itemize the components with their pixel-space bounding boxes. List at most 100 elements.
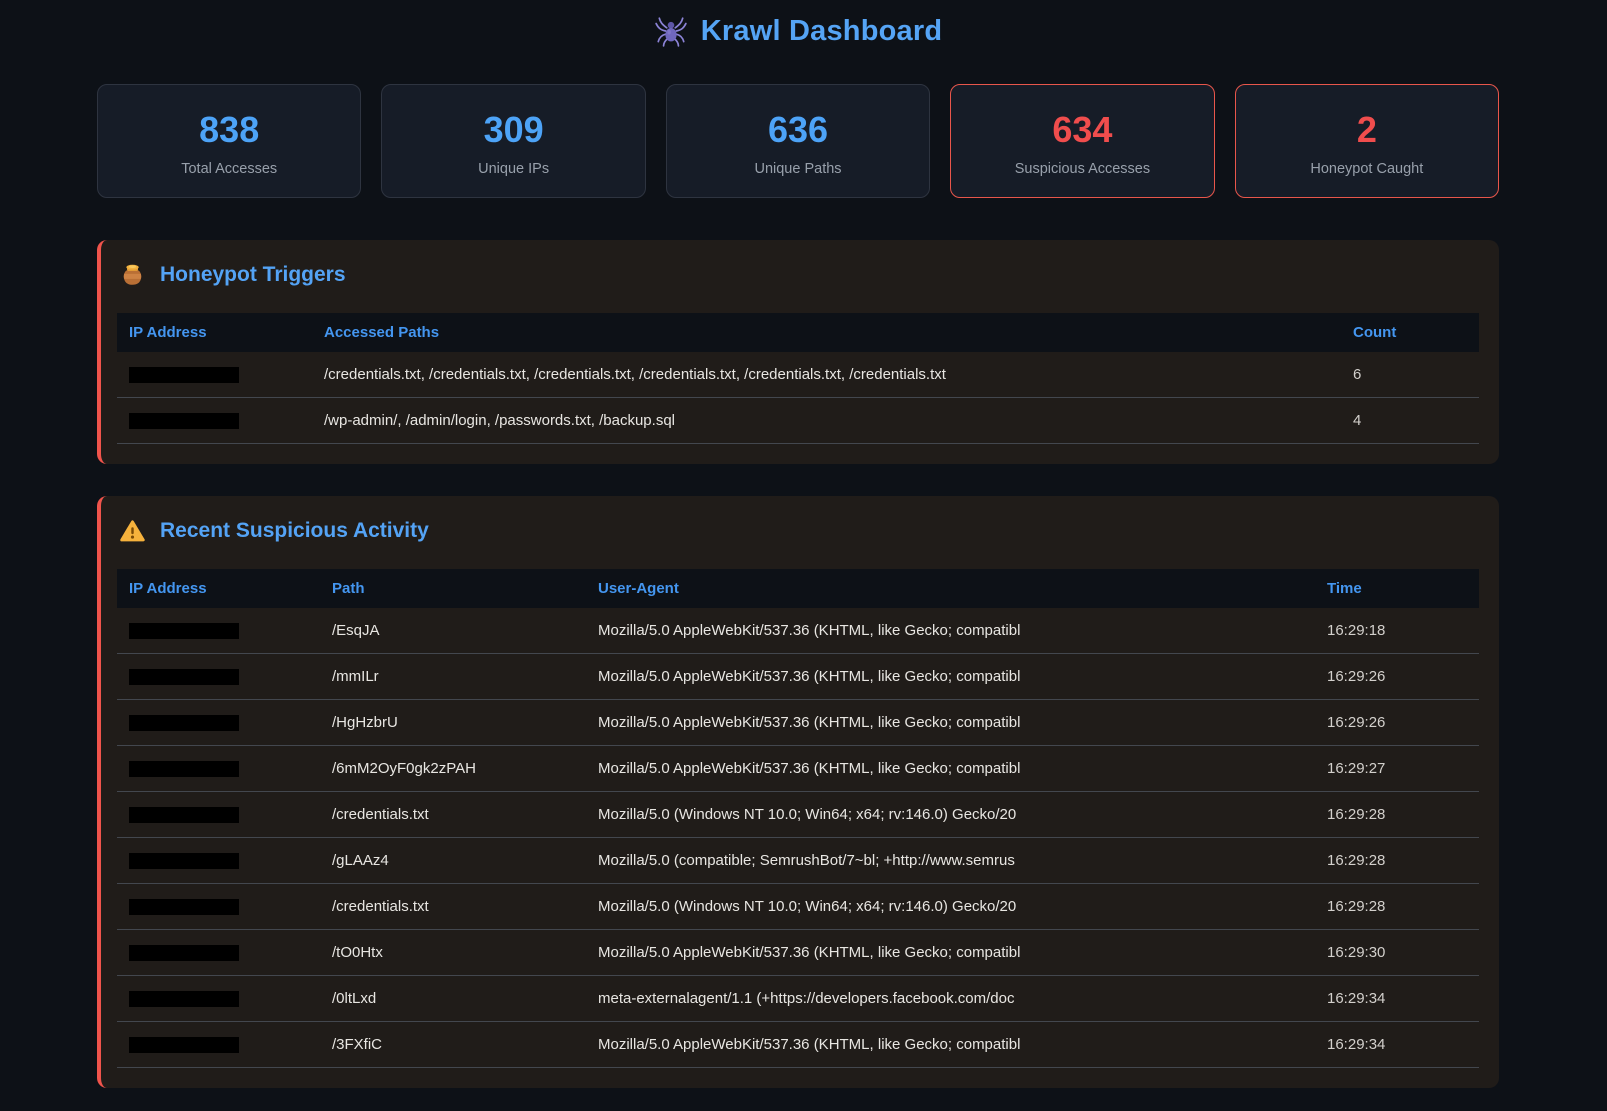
ip-cell xyxy=(117,1021,320,1067)
column-header-path: Path xyxy=(320,569,586,608)
user-agent-cell: Mozilla/5.0 AppleWebKit/537.36 (KHTML, l… xyxy=(586,1021,1315,1067)
section-header: Honeypot Triggers xyxy=(117,262,1479,289)
path-cell: /tO0Htx xyxy=(320,929,586,975)
section-header: Recent Suspicious Activity xyxy=(117,518,1479,545)
redacted-ip-bar xyxy=(129,807,239,823)
time-cell: 16:29:26 xyxy=(1315,699,1479,745)
user-agent-cell: Mozilla/5.0 AppleWebKit/537.36 (KHTML, l… xyxy=(586,608,1315,654)
count-cell: 6 xyxy=(1341,352,1479,398)
stat-value: 634 xyxy=(959,110,1205,150)
user-agent-cell: Mozilla/5.0 AppleWebKit/537.36 (KHTML, l… xyxy=(586,745,1315,791)
ip-cell xyxy=(117,929,320,975)
table-row: /mmILr Mozilla/5.0 AppleWebKit/537.36 (K… xyxy=(117,653,1479,699)
time-cell: 16:29:28 xyxy=(1315,837,1479,883)
ip-cell xyxy=(117,837,320,883)
stat-label: Suspicious Accesses xyxy=(959,161,1205,177)
ip-cell xyxy=(117,699,320,745)
ip-cell xyxy=(117,397,312,443)
redacted-ip-bar xyxy=(129,761,239,777)
table-row: /wp-admin/, /admin/login, /passwords.txt… xyxy=(117,397,1479,443)
redacted-ip-bar xyxy=(129,853,239,869)
stat-card-unique-paths: 636 Unique Paths xyxy=(666,84,930,198)
table-row: /gLAAz4 Mozilla/5.0 (compatible; Semrush… xyxy=(117,837,1479,883)
path-cell: /HgHzbrU xyxy=(320,699,586,745)
redacted-ip-bar xyxy=(129,899,239,915)
user-agent-cell: meta-externalagent/1.1 (+https://develop… xyxy=(586,975,1315,1021)
redacted-ip-bar xyxy=(129,623,239,639)
stat-value: 309 xyxy=(390,110,636,150)
redacted-ip-bar xyxy=(129,413,239,429)
table-row: /3FXfiC Mozilla/5.0 AppleWebKit/537.36 (… xyxy=(117,1021,1479,1067)
column-header-ip: IP Address xyxy=(117,313,312,352)
ip-cell xyxy=(117,653,320,699)
table-row: /credentials.txt, /credentials.txt, /cre… xyxy=(117,352,1479,398)
recent-suspicious-activity-section: Recent Suspicious Activity IP Address Pa… xyxy=(97,496,1499,1088)
warning-icon xyxy=(119,518,146,545)
stat-label: Honeypot Caught xyxy=(1244,161,1490,177)
table-header-row: IP Address Accessed Paths Count xyxy=(117,313,1479,352)
user-agent-cell: Mozilla/5.0 (Windows NT 10.0; Win64; x64… xyxy=(586,883,1315,929)
column-header-time: Time xyxy=(1315,569,1479,608)
accessed-paths-cell: /credentials.txt, /credentials.txt, /cre… xyxy=(312,352,1341,398)
path-cell: /credentials.txt xyxy=(320,883,586,929)
path-cell: /3FXfiC xyxy=(320,1021,586,1067)
ip-cell xyxy=(117,883,320,929)
redacted-ip-bar xyxy=(129,991,239,1007)
redacted-ip-bar xyxy=(129,669,239,685)
table-row: /EsqJA Mozilla/5.0 AppleWebKit/537.36 (K… xyxy=(117,608,1479,654)
user-agent-cell: Mozilla/5.0 AppleWebKit/537.36 (KHTML, l… xyxy=(586,699,1315,745)
spider-icon xyxy=(654,14,688,48)
column-header-count: Count xyxy=(1341,313,1479,352)
stat-value: 838 xyxy=(106,110,352,150)
time-cell: 16:29:28 xyxy=(1315,791,1479,837)
path-cell: /6mM2OyF0gk2zPAH xyxy=(320,745,586,791)
stat-label: Unique Paths xyxy=(675,161,921,177)
time-cell: 16:29:27 xyxy=(1315,745,1479,791)
column-header-ip: IP Address xyxy=(117,569,320,608)
path-cell: /mmILr xyxy=(320,653,586,699)
ip-cell xyxy=(117,791,320,837)
column-header-user-agent: User-Agent xyxy=(586,569,1315,608)
table-row: /0ltLxd meta-externalagent/1.1 (+https:/… xyxy=(117,975,1479,1021)
stat-label: Unique IPs xyxy=(390,161,636,177)
column-header-accessed-paths: Accessed Paths xyxy=(312,313,1341,352)
honeypot-table: IP Address Accessed Paths Count /credent… xyxy=(117,313,1479,444)
time-cell: 16:29:28 xyxy=(1315,883,1479,929)
user-agent-cell: Mozilla/5.0 AppleWebKit/537.36 (KHTML, l… xyxy=(586,653,1315,699)
ip-cell xyxy=(117,352,312,398)
stat-card-suspicious-accesses: 634 Suspicious Accesses xyxy=(950,84,1214,198)
time-cell: 16:29:34 xyxy=(1315,975,1479,1021)
count-cell: 4 xyxy=(1341,397,1479,443)
stat-card-unique-ips: 309 Unique IPs xyxy=(381,84,645,198)
page-title: Krawl Dashboard xyxy=(701,15,943,48)
accessed-paths-cell: /wp-admin/, /admin/login, /passwords.txt… xyxy=(312,397,1341,443)
redacted-ip-bar xyxy=(129,945,239,961)
path-cell: /EsqJA xyxy=(320,608,586,654)
table-row: /credentials.txt Mozilla/5.0 (Windows NT… xyxy=(117,883,1479,929)
user-agent-cell: Mozilla/5.0 (Windows NT 10.0; Win64; x64… xyxy=(586,791,1315,837)
path-cell: /gLAAz4 xyxy=(320,837,586,883)
path-cell: /0ltLxd xyxy=(320,975,586,1021)
app-header: Krawl Dashboard xyxy=(97,14,1499,48)
user-agent-cell: Mozilla/5.0 (compatible; SemrushBot/7~bl… xyxy=(586,837,1315,883)
stats-row: 838 Total Accesses 309 Unique IPs 636 Un… xyxy=(97,84,1499,198)
ip-cell xyxy=(117,745,320,791)
table-row: /credentials.txt Mozilla/5.0 (Windows NT… xyxy=(117,791,1479,837)
stat-label: Total Accesses xyxy=(106,161,352,177)
stat-value: 636 xyxy=(675,110,921,150)
section-title: Recent Suspicious Activity xyxy=(160,519,429,543)
section-title: Honeypot Triggers xyxy=(160,263,346,287)
dashboard: Krawl Dashboard 838 Total Accesses 309 U… xyxy=(97,0,1499,1088)
table-header-row: IP Address Path User-Agent Time xyxy=(117,569,1479,608)
table-row: /tO0Htx Mozilla/5.0 AppleWebKit/537.36 (… xyxy=(117,929,1479,975)
stat-card-honeypot-caught: 2 Honeypot Caught xyxy=(1235,84,1499,198)
path-cell: /credentials.txt xyxy=(320,791,586,837)
ip-cell xyxy=(117,975,320,1021)
redacted-ip-bar xyxy=(129,715,239,731)
redacted-ip-bar xyxy=(129,1037,239,1053)
stat-value: 2 xyxy=(1244,110,1490,150)
time-cell: 16:29:34 xyxy=(1315,1021,1479,1067)
table-row: /HgHzbrU Mozilla/5.0 AppleWebKit/537.36 … xyxy=(117,699,1479,745)
redacted-ip-bar xyxy=(129,367,239,383)
time-cell: 16:29:26 xyxy=(1315,653,1479,699)
